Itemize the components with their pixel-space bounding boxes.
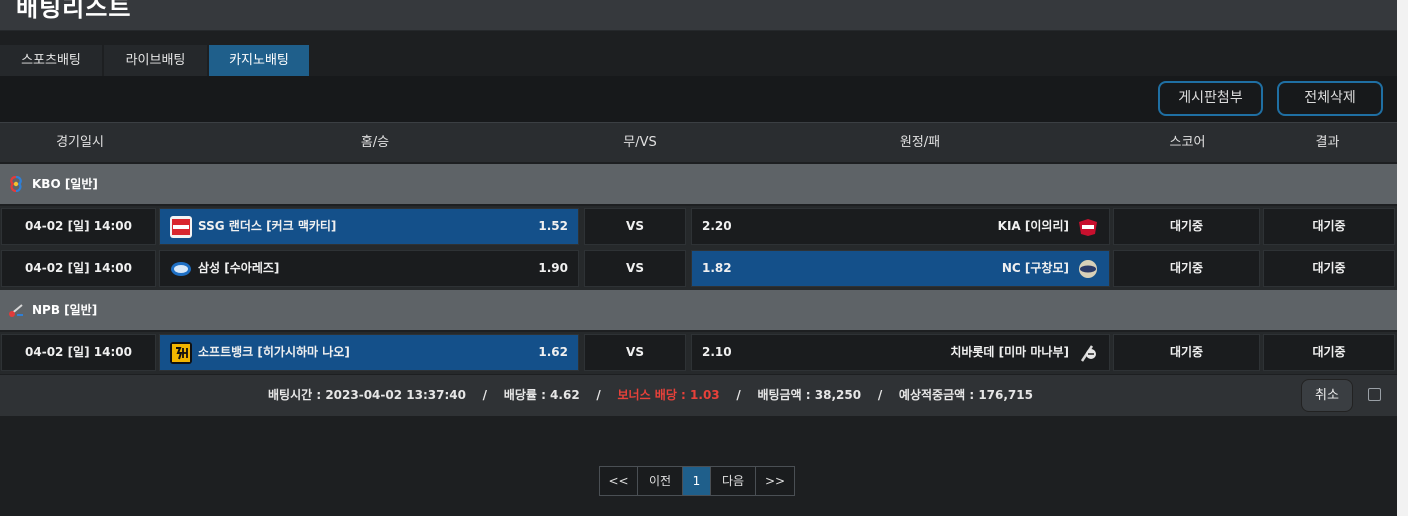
away-odds: 2.20: [702, 219, 732, 233]
away-odds: 1.82: [702, 261, 732, 275]
first-page-button[interactable]: <<: [600, 467, 638, 495]
bet-summary-bar: 배팅시간 : 2023-04-02 13:37:40 / 배당률 : 4.62 …: [0, 375, 1397, 416]
home-team: SSG 랜더스 [커크 맥카티]: [198, 219, 337, 233]
column-header-home: 홈/승: [360, 135, 390, 150]
away-team: KIA [이의리]: [997, 219, 1069, 233]
result-cell: 대기중: [1263, 250, 1395, 287]
table-row: 04-02 [일] 14:00 소프트뱅크 [히가시하마 나오] 1.62 VS…: [0, 332, 1397, 374]
away-odds-cell[interactable]: 2.10 치바롯데 [미마 마나부]: [691, 334, 1110, 371]
bet-amount: 배팅금액 : 38,250: [757, 388, 862, 402]
game-date: 04-02 [일] 14:00: [1, 208, 156, 245]
table-row: 04-02 [일] 14:00 삼성 [수아레즈] 1.90 VS 1.82 N…: [0, 248, 1397, 290]
result-cell: 대기중: [1263, 208, 1395, 245]
home-team: 삼성 [수아레즈]: [198, 261, 280, 275]
home-odds: 1.52: [538, 219, 568, 233]
pagination: << 이전 1 다음 >>: [599, 466, 795, 496]
tab-live-betting[interactable]: 라이브배팅: [104, 45, 207, 76]
away-odds-cell[interactable]: 2.20 KIA [이의리]: [691, 208, 1110, 245]
away-team: NC [구창모]: [1001, 261, 1069, 275]
home-odds: 1.62: [538, 345, 568, 359]
nc-dinos-logo-icon: [1079, 260, 1097, 278]
select-checkbox[interactable]: [1368, 388, 1381, 401]
home-odds-cell[interactable]: 소프트뱅크 [히가시하마 나오] 1.62: [159, 334, 579, 371]
page-header: 배팅리스트: [0, 0, 1397, 31]
summary-separator: /: [482, 388, 488, 402]
draw-cell[interactable]: VS: [584, 334, 686, 371]
last-page-button[interactable]: >>: [756, 467, 794, 495]
column-header-score: 스코어: [1169, 135, 1206, 150]
scrollbar-gutter: [1397, 0, 1408, 516]
column-header-result: 결과: [1315, 135, 1340, 150]
chiba-lotte-marines-logo-icon: [1080, 345, 1096, 362]
game-date: 04-02 [일] 14:00: [1, 250, 156, 287]
samsung-lions-logo-icon: [171, 262, 191, 276]
league-header-kbo: KBO [일반]: [0, 164, 1397, 204]
league-header-npb: NPB [일반]: [0, 290, 1397, 330]
expected-payout: 예상적중금액 : 176,715: [898, 388, 1033, 402]
home-odds: 1.90: [538, 261, 568, 275]
npb-icon: [9, 304, 23, 317]
column-header-date: 경기일시: [56, 135, 104, 150]
result-cell: 대기중: [1263, 334, 1395, 371]
kia-tigers-logo-icon: [1079, 219, 1097, 236]
game-date: 04-02 [일] 14:00: [1, 334, 156, 371]
delete-all-button[interactable]: 전체삭제: [1277, 81, 1383, 116]
table-row: 04-02 [일] 14:00 SSG 랜더스 [커크 맥카티] 1.52 VS…: [0, 206, 1397, 248]
home-odds-cell[interactable]: SSG 랜더스 [커크 맥카티] 1.52: [159, 208, 579, 245]
home-team: 소프트뱅크 [히가시하마 나오]: [198, 345, 350, 359]
total-odds: 배당률 : 4.62: [503, 388, 580, 402]
bonus-odds: 보너스 배당 : 1.03: [617, 388, 720, 402]
summary-separator: /: [877, 388, 883, 402]
summary-separator: /: [736, 388, 741, 402]
attach-to-board-button[interactable]: 게시판첨부: [1158, 81, 1263, 116]
score-cell: 대기중: [1113, 334, 1260, 371]
column-header-away: 원정/패: [899, 135, 941, 150]
summary-separator: /: [596, 388, 601, 402]
away-odds: 2.10: [702, 345, 732, 359]
next-page-button[interactable]: 다음: [711, 467, 756, 495]
home-odds-cell[interactable]: 삼성 [수아레즈] 1.90: [159, 250, 579, 287]
ssg-landers-logo-icon: [170, 216, 192, 238]
away-team: 치바롯데 [미마 마나부]: [950, 345, 1069, 359]
draw-cell[interactable]: VS: [584, 250, 686, 287]
current-page-button[interactable]: 1: [683, 467, 711, 495]
tab-sports-betting[interactable]: 스포츠배팅: [0, 45, 102, 76]
prev-page-button[interactable]: 이전: [638, 467, 683, 495]
league-name: KBO [일반]: [32, 177, 98, 191]
toolbar: 게시판첨부 전체삭제: [0, 76, 1397, 122]
bet-summary-text: 배팅시간 : 2023-04-02 13:37:40 / 배당률 : 4.62 …: [268, 375, 1033, 416]
softbank-hawks-logo-icon: [170, 342, 192, 364]
bet-time: 배팅시간 : 2023-04-02 13:37:40: [268, 388, 466, 402]
score-cell: 대기중: [1113, 250, 1260, 287]
cancel-button[interactable]: 취소: [1301, 379, 1353, 412]
score-cell: 대기중: [1113, 208, 1260, 245]
page-title: 배팅리스트: [16, 0, 132, 22]
column-header-draw: 무/VS: [623, 135, 657, 150]
away-odds-cell[interactable]: 1.82 NC [구창모]: [691, 250, 1110, 287]
table-header: 경기일시 홈/승 무/VS 원정/패 스코어 결과: [0, 122, 1397, 162]
draw-cell[interactable]: VS: [584, 208, 686, 245]
league-name: NPB [일반]: [32, 303, 98, 317]
tab-casino-betting[interactable]: 카지노배팅: [209, 45, 309, 76]
kbo-icon: [10, 176, 22, 192]
